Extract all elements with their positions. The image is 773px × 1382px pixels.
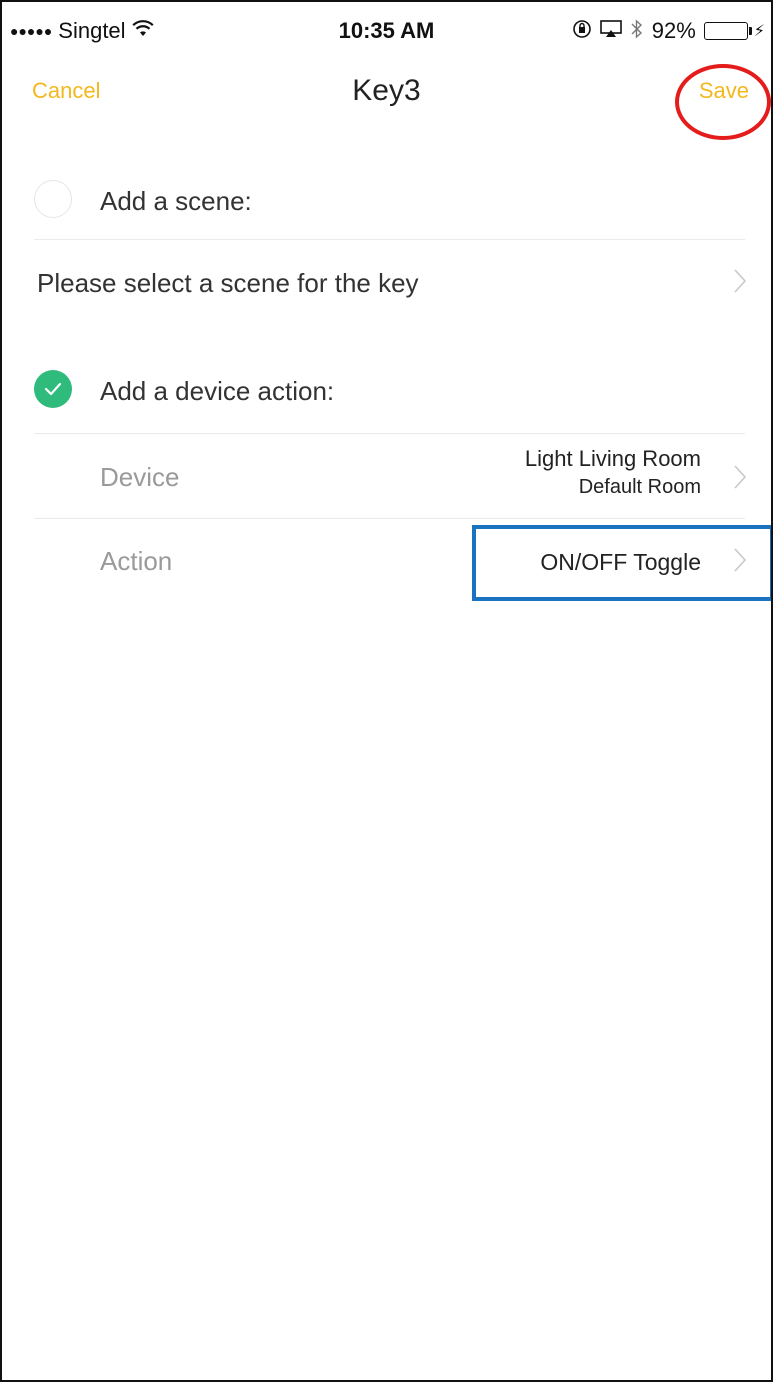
scene-option-label: Add a scene: <box>100 186 252 216</box>
page-title: Key3 <box>352 74 421 107</box>
device-row[interactable]: Device Light Living Room Default Room <box>2 434 771 518</box>
device-option-label: Add a device action: <box>100 376 335 406</box>
action-highlight-box <box>472 525 771 601</box>
device-name: Light Living Room <box>524 446 701 471</box>
status-bar: ●●●●● Singtel 10:35 AM 92% ⚡ <box>2 2 771 62</box>
battery-percent: 92% <box>651 18 696 43</box>
bluetooth-icon <box>630 18 644 44</box>
save-button[interactable]: Save <box>699 78 749 104</box>
phone-screen: ●●●●● Singtel 10:35 AM 92% ⚡ Cancel Key3… <box>0 0 773 1382</box>
chevron-right-icon <box>733 268 747 301</box>
scene-select-row[interactable]: Please select a scene for the key <box>2 242 771 326</box>
action-field-label: Action <box>100 546 173 576</box>
airplay-icon <box>599 19 622 43</box>
device-field-label: Device <box>100 462 180 492</box>
orientation-lock-icon <box>572 19 592 44</box>
scene-select-prompt: Please select a scene for the key <box>37 268 419 298</box>
nav-bar: Cancel Key3 Save <box>2 62 771 140</box>
device-radio-button-checked[interactable] <box>34 370 72 408</box>
chevron-right-icon <box>733 464 747 497</box>
scene-radio-button[interactable] <box>34 180 72 218</box>
device-option-row[interactable]: Add a device action: <box>2 346 771 408</box>
scene-option-row[interactable]: Add a scene: <box>2 172 771 228</box>
device-value: Light Living Room Default Room <box>525 446 701 499</box>
checkmark-icon <box>44 382 62 396</box>
divider <box>34 239 745 240</box>
device-room: Default Room <box>578 476 701 498</box>
battery-icon: ⚡ <box>703 21 765 41</box>
status-right: 92% ⚡ <box>572 18 765 44</box>
charging-bolt-icon: ⚡ <box>753 23 765 40</box>
divider <box>34 518 745 519</box>
